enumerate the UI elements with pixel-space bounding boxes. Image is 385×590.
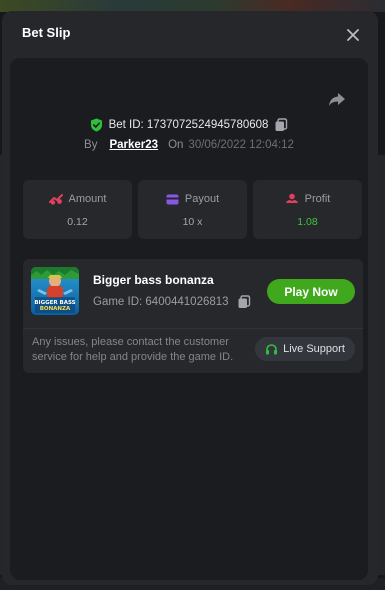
username-link[interactable]: Parker23 (109, 139, 158, 151)
bet-slip-modal: Bet Slip Bet ID: 1737072524945780608 By … (2, 11, 378, 585)
stat-profit-label: Profit (304, 193, 331, 205)
close-button[interactable] (342, 24, 364, 46)
stat-amount-header: Amount (23, 191, 132, 207)
stat-payout-value: 10 x (182, 216, 203, 228)
share-icon (329, 93, 345, 106)
stat-profit: Profit 1.08 (253, 180, 362, 239)
stat-amount: Amount 0.12 (23, 180, 132, 239)
game-id: Game ID: 6400441026813 (93, 296, 229, 308)
bet-meta-row: By Parker23 On 30/06/2022 12:04:12 (10, 136, 368, 154)
svg-text:BONANZA: BONANZA (40, 306, 71, 312)
live-support-button[interactable]: Live Support (255, 337, 355, 361)
shield-check-icon (90, 118, 102, 132)
coins-icon (48, 194, 63, 205)
game-id-row: Game ID: 6400441026813 (93, 295, 251, 309)
support-notice: Any issues, please contact the customer … (32, 336, 234, 363)
copy-game-id-icon[interactable] (237, 295, 251, 309)
stat-payout: Payout 10 x (138, 180, 247, 239)
by-label: By (84, 139, 98, 151)
on-label: On (168, 139, 184, 151)
stat-profit-value: 1.08 (297, 216, 318, 228)
bet-datetime: 30/06/2022 12:04:12 (188, 139, 294, 151)
stat-amount-value: 0.12 (67, 216, 88, 228)
share-button[interactable] (327, 89, 347, 109)
divider (23, 328, 363, 329)
copy-bet-id-icon[interactable] (274, 118, 288, 132)
stat-profit-header: Profit (253, 191, 362, 207)
modal-title: Bet Slip (22, 25, 71, 40)
profit-icon (285, 193, 298, 203)
game-thumbnail-image: BIGGER BASS BONANZA (31, 267, 79, 315)
bet-slip-body: Bet ID: 1737072524945780608 By Parker23 … (10, 58, 368, 580)
game-title: Bigger bass bonanza (93, 273, 214, 287)
play-now-button[interactable]: Play Now (267, 279, 355, 304)
stat-payout-header: Payout (138, 191, 247, 207)
close-icon (347, 29, 359, 41)
modal-header: Bet Slip (2, 11, 378, 57)
live-support-label: Live Support (283, 343, 345, 355)
stat-amount-label: Amount (68, 193, 107, 205)
bet-id: Bet ID: 1737072524945780608 (108, 119, 269, 131)
headset-icon (266, 343, 278, 354)
stat-payout-label: Payout (184, 193, 220, 205)
game-thumbnail[interactable]: BIGGER BASS BONANZA (31, 267, 79, 315)
bet-id-row: Bet ID: 1737072524945780608 (10, 115, 368, 135)
game-card: BIGGER BASS BONANZA Bigger bass bonanza … (23, 259, 363, 373)
bet-stats: Amount 0.12 Payout 10 x Profit 1.08 (23, 180, 362, 239)
wallet-icon (166, 194, 179, 204)
